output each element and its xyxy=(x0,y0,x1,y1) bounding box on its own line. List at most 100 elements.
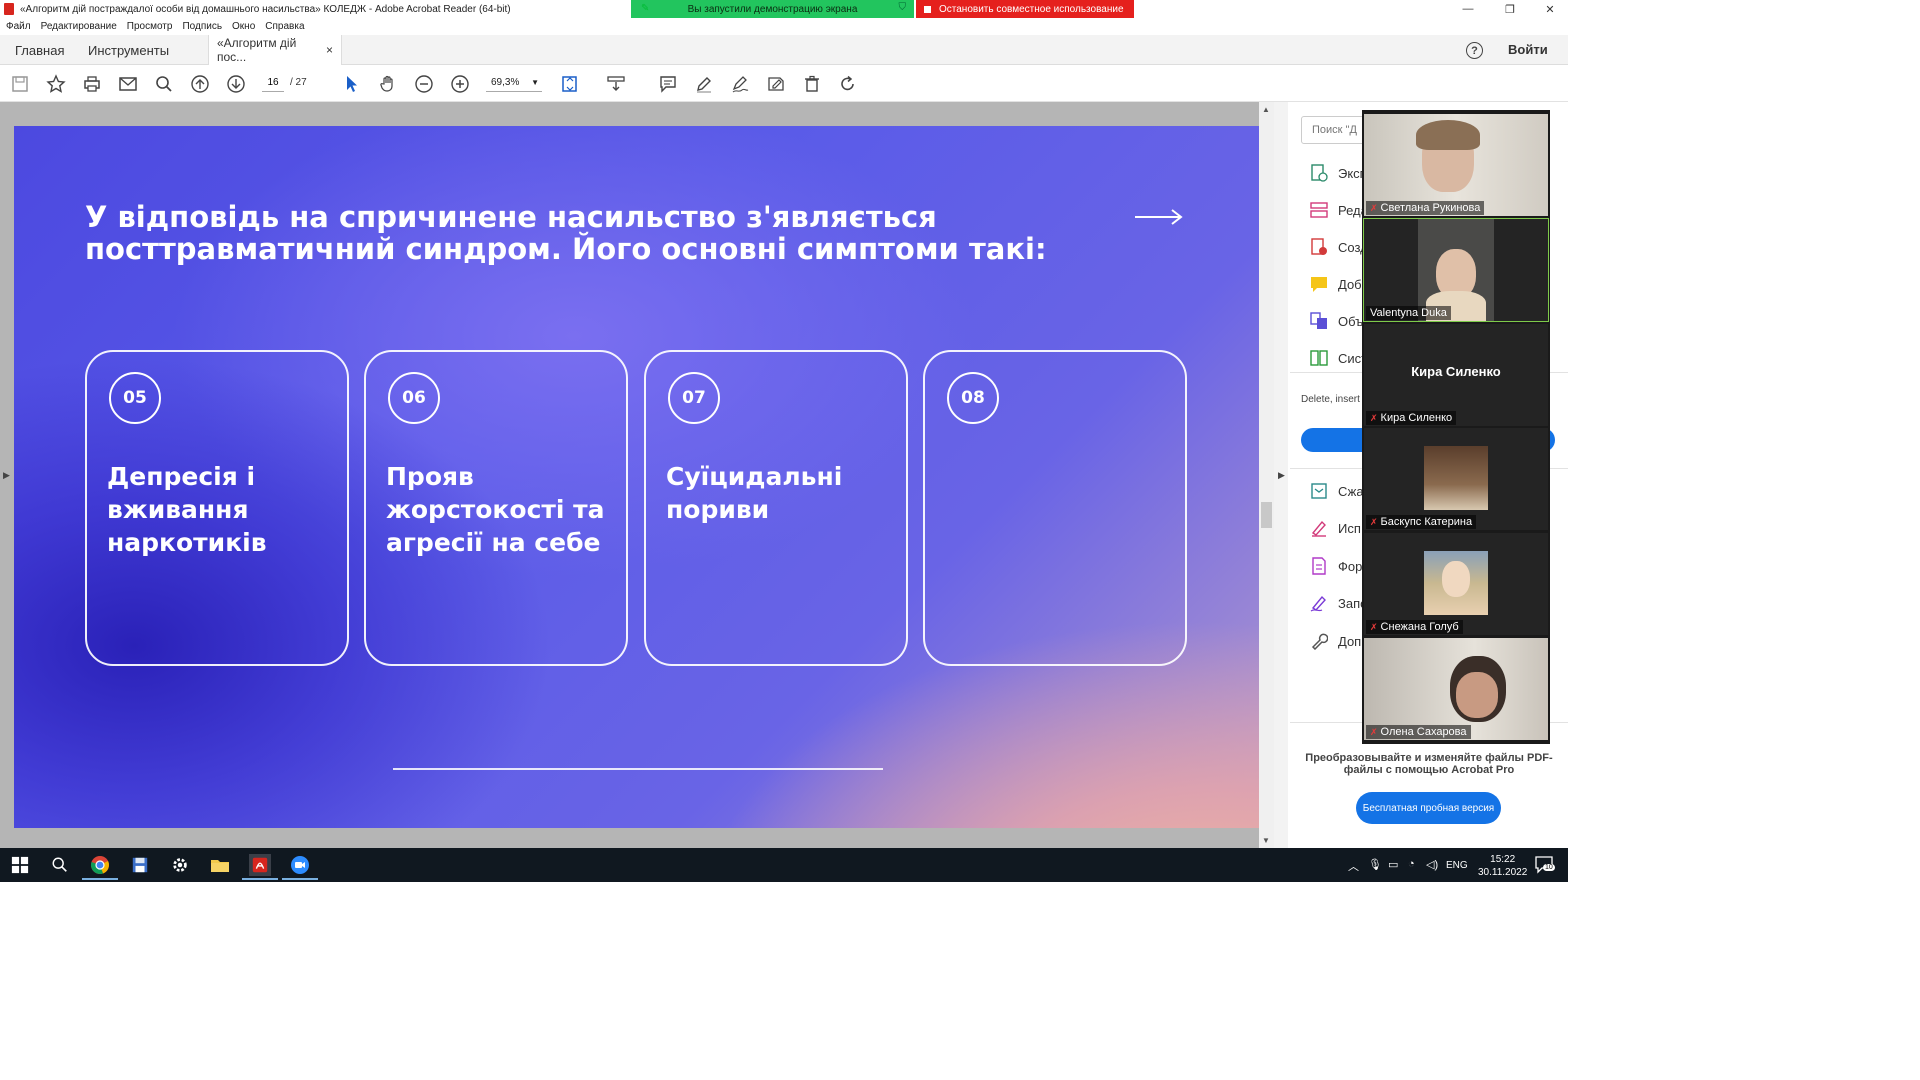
vertical-scrollbar[interactable]: ▲ ▼ xyxy=(1259,102,1274,848)
star-icon[interactable] xyxy=(46,74,66,94)
participant-name: Valentyna Duka xyxy=(1370,307,1447,319)
menu-sign[interactable]: Подпись xyxy=(182,21,222,32)
tool-label: Доп xyxy=(1338,633,1362,649)
tab-tools[interactable]: Инструменты xyxy=(88,35,169,65)
rotate-icon[interactable] xyxy=(838,74,858,94)
fill-sign-icon[interactable] xyxy=(766,74,786,94)
acrobat-taskbar-icon[interactable] xyxy=(249,854,271,876)
participant-name-label: Valentyna Duka xyxy=(1366,306,1451,320)
settings-gear-icon[interactable] xyxy=(169,854,191,876)
scroll-up-icon[interactable]: ▲ xyxy=(1262,105,1270,114)
tool-edit-pdf[interactable]: Реда xyxy=(1310,199,1368,221)
card-text: Суїцидальні пориви xyxy=(666,462,843,524)
page-fit-icon[interactable] xyxy=(560,74,580,94)
tab-document[interactable]: «Алгоритм дій пос... × xyxy=(208,35,342,65)
tool-more-tools[interactable]: Доп xyxy=(1310,630,1361,652)
participant-video xyxy=(1424,446,1488,510)
chrome-icon[interactable] xyxy=(89,854,111,876)
next-page-icon[interactable] xyxy=(226,74,246,94)
scroll-down-icon[interactable]: ▼ xyxy=(1262,836,1270,845)
stop-share-button[interactable]: Остановить совместное использование xyxy=(916,0,1134,18)
zoom-level-select[interactable]: 69,3% ▼ xyxy=(486,74,542,92)
restore-icon[interactable]: ❐ xyxy=(1490,0,1530,18)
tray-chevron-up-icon[interactable]: ︿ xyxy=(1348,858,1359,874)
tool-forms[interactable]: Фор xyxy=(1310,555,1362,577)
page-number-input[interactable] xyxy=(262,74,284,92)
signin-button[interactable]: Войти xyxy=(1508,42,1548,57)
search-icon[interactable] xyxy=(49,854,71,876)
free-trial-button[interactable]: Бесплатная пробная версия xyxy=(1356,792,1501,824)
participant-name: Снежана Голуб xyxy=(1380,621,1459,633)
close-icon[interactable]: ✕ xyxy=(1530,0,1570,18)
slide-divider xyxy=(393,768,883,770)
menu-file[interactable]: Файл xyxy=(6,21,31,32)
menu-view[interactable]: Просмотр xyxy=(127,21,173,32)
tool-label: Сжа xyxy=(1338,483,1364,499)
tools-pane-collapse-bar[interactable]: ▶ xyxy=(1274,102,1288,848)
select-cursor-icon[interactable] xyxy=(342,74,362,94)
tool-compress-pdf[interactable]: Сжа xyxy=(1310,480,1364,502)
notifications-icon[interactable]: 10 xyxy=(1534,854,1555,874)
card-text: Прояв жорстокості та агресії на себе xyxy=(386,462,605,557)
wifi-icon[interactable]: ◔ xyxy=(1408,858,1415,870)
windows-taskbar xyxy=(0,848,1568,882)
symptom-card-06: 06 Прояв жорстокості та агресії на себе xyxy=(364,350,628,666)
tool-redact[interactable]: Исп xyxy=(1310,517,1361,539)
page-total: / 27 xyxy=(290,77,307,88)
scroll-mode-icon[interactable] xyxy=(606,74,626,94)
tool-fill-sign[interactable]: Запо xyxy=(1310,592,1367,614)
scrollbar-thumb[interactable] xyxy=(1261,502,1272,528)
tool-add-comment[interactable]: Доб xyxy=(1310,273,1362,295)
microphone-icon[interactable]: 🎙 xyxy=(1368,858,1382,871)
zoom-app-icon[interactable] xyxy=(289,854,311,876)
collapse-pane-icon[interactable]: ▶ xyxy=(1278,470,1285,481)
search-icon[interactable] xyxy=(154,74,174,94)
save-icon[interactable] xyxy=(10,74,30,94)
fill-sign-tool-icon xyxy=(1310,595,1326,612)
menu-edit[interactable]: Редактирование xyxy=(41,21,117,32)
participant-tile[interactable]: ✗ Светлана Рукинова xyxy=(1364,114,1548,216)
shield-icon: ⛉ xyxy=(898,2,907,13)
left-panel-toggle-icon[interactable]: ▶ xyxy=(3,470,10,481)
tool-export-pdf[interactable]: Эксп xyxy=(1310,162,1367,184)
highlight-pen-icon[interactable] xyxy=(694,74,714,94)
menu-help[interactable]: Справка xyxy=(265,21,304,32)
tool-label: Фор xyxy=(1338,558,1363,574)
tool-create-pdf[interactable]: Созд xyxy=(1310,236,1368,258)
clock[interactable]: 15:22 30.11.2022 xyxy=(1478,853,1527,879)
tool-organize-pages[interactable]: Сист xyxy=(1310,347,1367,369)
tab-home[interactable]: Главная xyxy=(15,35,64,65)
mic-muted-icon: ✗ xyxy=(1370,621,1378,632)
windows-start-icon[interactable] xyxy=(9,854,31,876)
tab-close-icon[interactable]: × xyxy=(326,43,333,57)
file-explorer-icon[interactable] xyxy=(209,854,231,876)
comment-icon[interactable] xyxy=(658,74,678,94)
tool-combine-files[interactable]: Объ xyxy=(1310,310,1363,332)
wrench-icon xyxy=(1311,633,1328,650)
export-pdf-icon xyxy=(1311,164,1328,182)
participant-face xyxy=(1456,672,1498,718)
sign-icon[interactable] xyxy=(730,74,750,94)
hand-tool-icon[interactable] xyxy=(378,74,398,94)
volume-icon[interactable]: ◁) xyxy=(1426,858,1438,871)
zoom-out-icon[interactable] xyxy=(414,74,434,94)
print-icon[interactable] xyxy=(82,74,102,94)
input-language[interactable]: ENG xyxy=(1446,860,1468,871)
participant-tile[interactable]: ✗ Олена Сахарова xyxy=(1364,638,1548,740)
participant-tile[interactable]: ✗ Снежана Голуб xyxy=(1364,533,1548,635)
menu-window[interactable]: Окно xyxy=(232,21,255,32)
battery-icon[interactable]: ▭ xyxy=(1388,858,1398,871)
minimize-icon[interactable]: — xyxy=(1448,0,1488,18)
participant-tile[interactable]: Кира Силенко ✗ Кира Силенко xyxy=(1364,324,1548,426)
participant-tile[interactable]: ✗ Баскупс Катерина xyxy=(1364,428,1548,530)
participant-name: Светлана Рукинова xyxy=(1380,202,1481,214)
participant-tile-active[interactable]: Valentyna Duka xyxy=(1363,218,1549,322)
tools-search-input[interactable] xyxy=(1301,116,1371,144)
delete-icon[interactable] xyxy=(802,74,822,94)
document-viewport[interactable]: У відповідь на спричинене насильство з'я… xyxy=(0,102,1274,848)
zoom-in-icon[interactable] xyxy=(450,74,470,94)
floppy-app-icon[interactable] xyxy=(129,854,151,876)
help-icon[interactable]: ? xyxy=(1466,42,1483,59)
mail-icon[interactable] xyxy=(118,74,138,94)
prev-page-icon[interactable] xyxy=(190,74,210,94)
